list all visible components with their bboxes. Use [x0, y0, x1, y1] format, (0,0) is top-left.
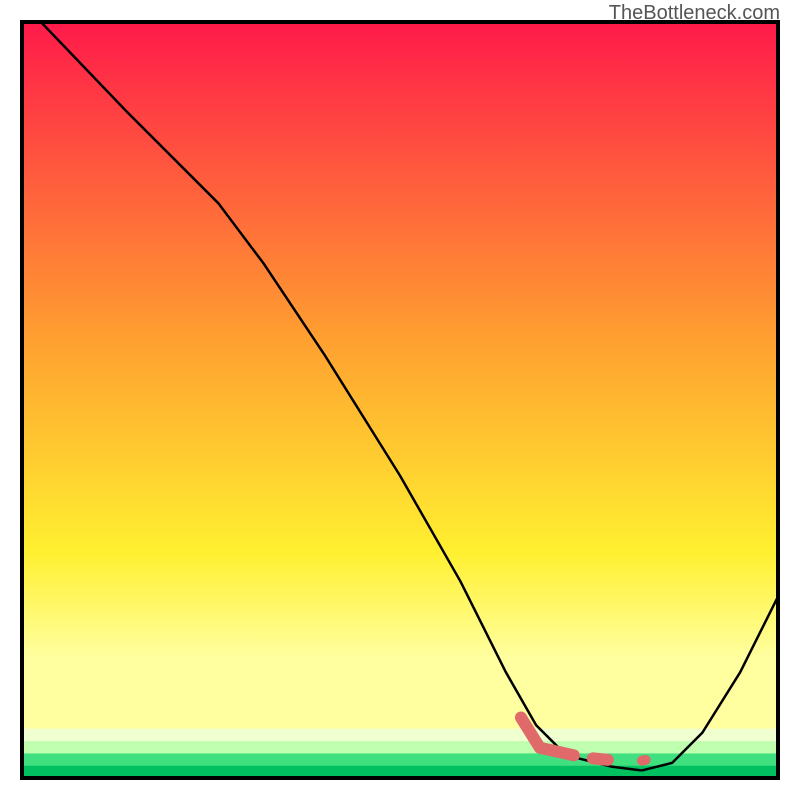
chart-svg [0, 0, 800, 800]
watermark-text: TheBottleneck.com [609, 2, 780, 25]
chart-container: TheBottleneck.com [0, 0, 800, 800]
highlight-dot-2 [642, 760, 646, 761]
highlight-dot-1 [593, 758, 608, 760]
